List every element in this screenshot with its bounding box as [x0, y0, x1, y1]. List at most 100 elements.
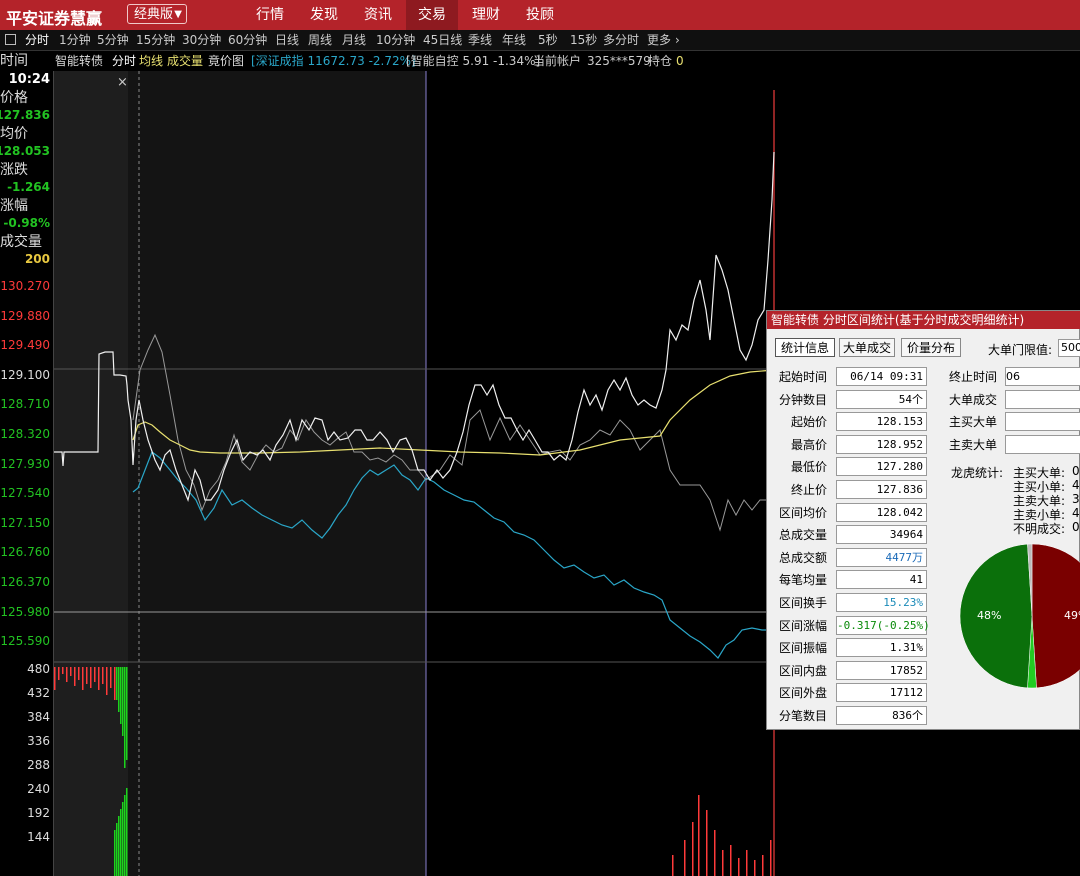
- stat-label: 最高价: [790, 437, 827, 452]
- pct-label: 涨幅: [0, 198, 28, 214]
- tab-large-orders[interactable]: 大单成交: [839, 338, 895, 357]
- dragon-row-value: 3: [1072, 492, 1080, 506]
- threshold-input[interactable]: 500: [1058, 339, 1080, 357]
- stat-value: 4477万: [836, 547, 927, 567]
- stat-right-value: [1005, 434, 1080, 454]
- stat-value: 836个: [836, 706, 927, 725]
- volume-bar: [106, 667, 108, 695]
- volume-bar: [58, 667, 60, 680]
- price-axis-tick: 127.150: [0, 515, 50, 530]
- stat-value: 17112: [836, 683, 927, 703]
- price-axis-tick: 129.880: [0, 308, 50, 323]
- stat-right-value: [1005, 389, 1080, 409]
- stat-right-label: 主卖大单: [949, 437, 998, 452]
- volume-bar: [672, 855, 674, 876]
- tab-price-volume[interactable]: 价量分布: [901, 338, 961, 357]
- stat-right-label: 大单成交: [949, 392, 998, 407]
- volume-axis-tick: 288: [27, 758, 50, 772]
- stat-value: 34964: [836, 525, 927, 545]
- dragon-pie-chart: 48% 49%: [959, 543, 1080, 689]
- volume-bar: [118, 667, 120, 712]
- price-axis-tick: 127.930: [0, 456, 50, 471]
- stat-value: 17852: [836, 660, 927, 680]
- stat-label: 起始时间: [778, 370, 827, 384]
- price-axis-tick: 130.270: [0, 279, 50, 293]
- dragon-label: 龙虎统计:: [951, 466, 1004, 480]
- volume-axis-tick: 240: [27, 782, 50, 796]
- volume-bar: [126, 667, 128, 760]
- volume-bar: [714, 830, 716, 876]
- pie-label-sell: 48%: [977, 609, 1001, 622]
- volume-axis-tick: 192: [27, 806, 50, 820]
- price-axis-tick: 126.370: [0, 575, 50, 589]
- volume-bar: [118, 816, 120, 876]
- stat-value: 128.153: [836, 412, 927, 432]
- auction-area-shade: [54, 71, 128, 876]
- volume-bar: [122, 802, 124, 876]
- stat-right-value: [1005, 412, 1080, 432]
- price-axis-tick: 125.980: [0, 604, 50, 619]
- price-axis-tick: 129.490: [0, 338, 50, 353]
- dragon-row-value: 0: [1072, 520, 1080, 534]
- volume-bar: [124, 795, 126, 876]
- stat-value: 06/14 09:31: [836, 367, 927, 386]
- stat-label: 区间振幅: [778, 641, 827, 656]
- dragon-row-value: 48: [1072, 506, 1080, 520]
- volume-bar: [90, 667, 92, 688]
- volume-bar: [114, 667, 116, 700]
- price-axis-tick: 129.100: [0, 367, 50, 382]
- volume-info-label: 成交量: [0, 234, 42, 250]
- stat-label: 分钟数目: [778, 392, 827, 407]
- volume-bar: [66, 667, 68, 682]
- stat-label: 终止价: [790, 483, 827, 497]
- stat-value: 127.836: [836, 480, 927, 499]
- stat-value: 54个: [836, 389, 927, 409]
- volume-bar: [116, 667, 118, 700]
- volume-bar: [86, 667, 88, 684]
- stat-label: 每笔均量: [778, 573, 827, 588]
- price-axis-tick: 126.760: [0, 545, 50, 560]
- volume-bar: [692, 822, 694, 876]
- volume-bar: [116, 823, 118, 876]
- price-axis-tick: 125.590: [0, 634, 50, 649]
- stat-label: 最低价: [790, 460, 827, 475]
- volume-bar: [110, 667, 112, 688]
- tab-stats-info[interactable]: 统计信息: [775, 338, 835, 357]
- volume-bar: [124, 667, 126, 768]
- dragon-row-value: 49: [1072, 478, 1080, 492]
- stat-right-label: 终止时间: [949, 370, 998, 384]
- avg-value: 128.053: [0, 144, 50, 158]
- volume-bar: [114, 830, 116, 876]
- threshold-label: 大单门限值:: [988, 343, 1053, 357]
- stat-label: 起始价: [790, 415, 827, 430]
- dragon-row-label: 不明成交:: [1013, 522, 1066, 536]
- stat-label: 区间内盘: [778, 663, 827, 678]
- volume-bar: [70, 667, 72, 676]
- stat-label: 区间换手: [778, 596, 827, 610]
- stat-label: 区间外盘: [778, 686, 827, 701]
- volume-bar: [122, 667, 124, 736]
- close-chart-icon[interactable]: ×: [117, 75, 128, 90]
- stat-value: 15.23%: [836, 593, 927, 612]
- range-stats-dialog[interactable]: 智能转债 分时区间统计(基于分时成交明细统计) 统计信息 大单成交 价量分布 大…: [766, 310, 1080, 730]
- left-info-panel: 10:24 价格 127.836 均价 128.053 涨跌 -1.264 涨幅…: [0, 71, 54, 876]
- volume-axis-tick: 384: [27, 710, 50, 724]
- stat-label: 总成交额: [778, 550, 827, 565]
- stat-label: 区间涨幅: [778, 618, 827, 633]
- volume-bar: [120, 667, 122, 724]
- volume-bar: [82, 667, 84, 690]
- volume-bar: [730, 845, 732, 876]
- volume-bar: [54, 667, 56, 690]
- price-label: 价格: [0, 90, 28, 106]
- stat-right-value: 06: [1005, 367, 1080, 386]
- volume-bar: [722, 850, 724, 876]
- volume-axis-tick: 480: [27, 662, 50, 676]
- stat-right-label: 主买大单: [949, 415, 998, 430]
- volume-bar: [98, 667, 100, 690]
- stat-value: 41: [836, 570, 927, 590]
- price-axis-tick: 128.710: [0, 397, 50, 412]
- change-label: 涨跌: [0, 162, 28, 178]
- stat-value: 1.31%: [836, 638, 927, 658]
- stat-label: 总成交量: [778, 528, 827, 543]
- stat-label: 区间均价: [778, 505, 827, 520]
